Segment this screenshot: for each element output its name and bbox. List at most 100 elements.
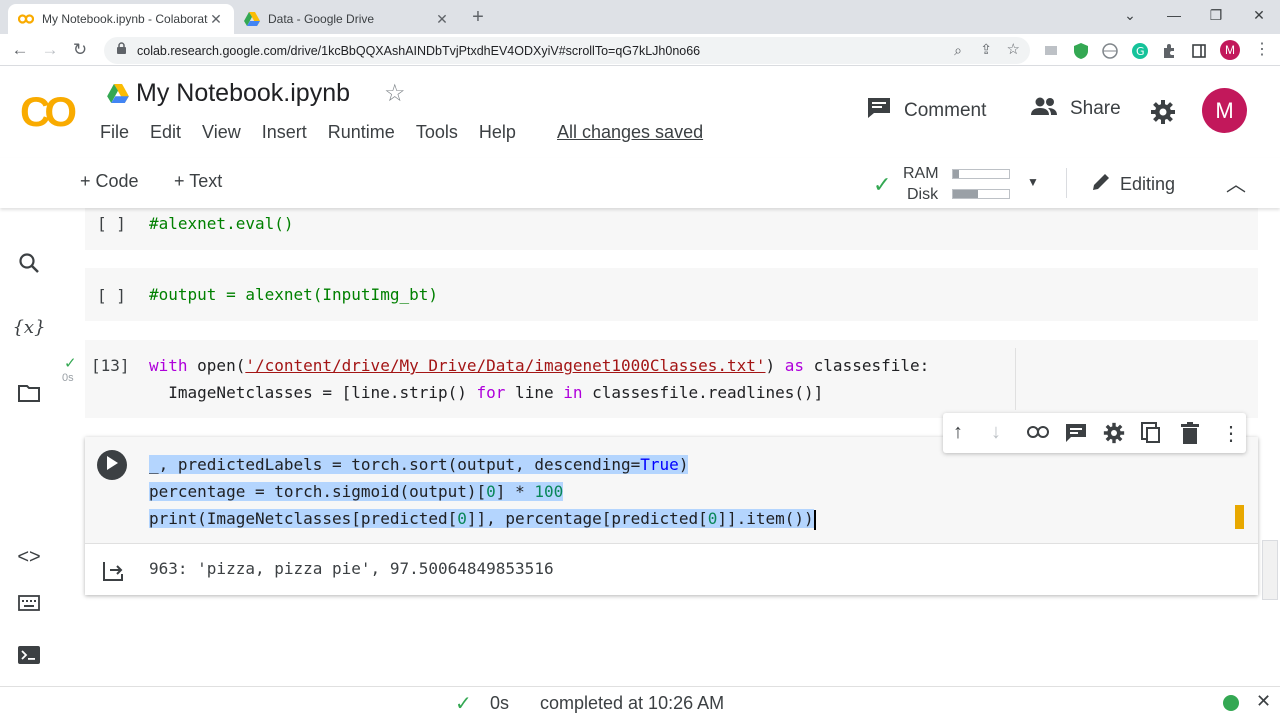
tab-colab[interactable]: My Notebook.ipynb - Colaborato ✕ [8, 4, 234, 34]
svg-text:G: G [1136, 45, 1145, 58]
close-icon[interactable]: ✕ [1256, 691, 1271, 712]
code-cell[interactable]: [ ] #output = alexnet(InputImg_bt) [85, 268, 1258, 321]
window-close-button[interactable]: ✕ [1245, 4, 1273, 26]
menu-bar: File Edit View Insert Runtime Tools Help [100, 122, 537, 143]
code-text: ] * [495, 482, 535, 501]
avatar[interactable]: M [1202, 88, 1247, 133]
arrow-up-icon[interactable]: ↑ [953, 421, 963, 444]
number-literal: 100 [534, 482, 564, 501]
minimize-button[interactable]: — [1160, 4, 1188, 26]
colab-header: CO My Notebook.ipynb ☆ File Edit View In… [0, 66, 1280, 158]
forward-icon[interactable]: → [38, 39, 62, 61]
url-bar[interactable]: colab.research.google.com/drive/1kcBbQQX… [104, 37, 1030, 64]
code-cell[interactable]: [ ] #alexnet.eval() [85, 208, 1258, 250]
variables-icon[interactable]: {x} [12, 312, 45, 342]
grammarly-icon[interactable]: G [1131, 42, 1149, 60]
browser-tab-bar: My Notebook.ipynb - Colaborato ✕ Data - … [0, 0, 1280, 34]
settings-gear-icon[interactable] [1103, 422, 1125, 449]
code-line[interactable]: ImageNetclasses = [line.strip() for line… [149, 379, 823, 406]
menu-file[interactable]: File [100, 122, 129, 143]
execution-count[interactable]: [13] [91, 356, 130, 375]
scrollbar-thumb[interactable] [1262, 540, 1278, 600]
menu-runtime[interactable]: Runtime [328, 122, 395, 143]
code-line[interactable]: #output = alexnet(InputImg_bt) [149, 281, 438, 308]
colab-logo[interactable]: CO [20, 88, 77, 136]
reload-icon[interactable]: ↻ [68, 39, 92, 61]
output-icon[interactable] [103, 561, 125, 586]
status-bar: ✓ 0s completed at 10:26 AM ✕ [0, 686, 1280, 720]
code-text: line [505, 383, 564, 402]
share-page-icon[interactable]: ⇪ [980, 41, 992, 58]
tab-drive[interactable]: Data - Google Drive ✕ [234, 4, 460, 34]
save-status-link[interactable]: All changes saved [557, 122, 703, 143]
puzzle-icon[interactable] [1160, 42, 1178, 60]
arrow-down-icon[interactable]: ↓ [991, 421, 1001, 444]
active-code-cell[interactable]: _, predictedLabels = torch.sort(output, … [85, 437, 1258, 595]
zoom-icon[interactable]: ⌕ [954, 42, 962, 59]
code-line[interactable]: print(ImageNetclasses[predicted[0]], per… [149, 505, 816, 532]
run-prompt[interactable]: [ ] [97, 214, 126, 233]
ruler-line [1015, 348, 1016, 410]
menu-edit[interactable]: Edit [150, 122, 181, 143]
notebook-toolbar: + Code + Text ✓ RAM Disk ▼ Editing ︿ [0, 158, 1280, 208]
close-icon[interactable]: ✕ [434, 11, 450, 28]
comment-label: Comment [904, 100, 987, 121]
pencil-icon [1090, 171, 1112, 198]
code-line[interactable]: _, predictedLabels = torch.sort(output, … [149, 451, 689, 478]
string-literal: '/content/drive/My Drive/Data/imagenet10… [245, 356, 766, 375]
folder-icon[interactable] [14, 378, 44, 408]
run-cell-button[interactable] [97, 450, 127, 480]
completion-time[interactable]: completed at 10:26 AM [540, 693, 724, 714]
close-icon[interactable]: ✕ [208, 11, 224, 28]
new-tab-button[interactable]: + [466, 6, 490, 30]
command-palette-icon[interactable] [14, 588, 44, 618]
menu-tools[interactable]: Tools [416, 122, 458, 143]
add-code-button[interactable]: + Code [80, 171, 139, 192]
link-icon[interactable] [1027, 425, 1049, 444]
shield-icon[interactable] [1072, 42, 1090, 60]
comment-button[interactable]: Comment [866, 96, 986, 126]
search-icon[interactable] [14, 248, 44, 278]
share-button[interactable]: Share [1030, 96, 1121, 122]
resource-indicator[interactable]: ✓ RAM Disk ▼ [873, 161, 1043, 205]
more-vert-icon[interactable]: ⋮ [1221, 421, 1241, 446]
globe-icon[interactable] [1101, 42, 1119, 60]
notebook-title[interactable]: My Notebook.ipynb [136, 79, 350, 108]
chevron-down-icon[interactable]: ▼ [1027, 175, 1039, 189]
kebab-menu-icon[interactable]: ⋮ [1250, 39, 1274, 61]
delete-icon[interactable] [1181, 422, 1199, 449]
code-line[interactable]: #alexnet.eval() [149, 210, 294, 237]
comment-icon [866, 96, 892, 126]
keyword: as [784, 356, 805, 375]
connection-status-icon[interactable] [1223, 695, 1239, 711]
code-text: ]], percentage[predicted[ [466, 509, 708, 528]
editing-mode-button[interactable]: Editing [1090, 171, 1175, 198]
add-text-button[interactable]: + Text [174, 171, 222, 192]
collapse-header-icon[interactable]: ︿ [1226, 168, 1246, 197]
profile-avatar[interactable]: M [1220, 40, 1240, 60]
keyword: for [476, 383, 506, 402]
menu-insert[interactable]: Insert [262, 122, 307, 143]
extension-icon[interactable] [1043, 42, 1061, 60]
terminal-icon[interactable] [14, 640, 44, 670]
code-snippets-icon[interactable]: <> [14, 542, 44, 572]
code-line[interactable]: with open('/content/drive/My Drive/Data/… [149, 352, 929, 379]
comment-icon[interactable] [1065, 423, 1087, 448]
mirror-cell-icon[interactable] [1141, 422, 1161, 449]
sidepanel-icon[interactable] [1190, 42, 1208, 60]
code-text: open( [187, 356, 246, 375]
modified-marker [1235, 505, 1244, 529]
code-line[interactable]: percentage = torch.sigmoid(output)[0] * … [149, 478, 564, 505]
run-prompt[interactable]: [ ] [97, 286, 126, 305]
drive-icon[interactable] [107, 84, 129, 108]
exec-duration[interactable]: 0s [490, 693, 509, 714]
restore-button[interactable]: ❐ [1202, 4, 1230, 26]
back-icon[interactable]: ← [8, 39, 32, 61]
star-icon[interactable]: ☆ [384, 79, 406, 108]
code-cell[interactable]: [13] with open('/content/drive/My Drive/… [85, 340, 1258, 418]
menu-help[interactable]: Help [479, 122, 516, 143]
chevron-down-icon[interactable]: ⌄ [1116, 4, 1144, 26]
menu-view[interactable]: View [202, 122, 241, 143]
settings-gear-icon[interactable] [1150, 99, 1176, 130]
bookmark-star-icon[interactable]: ☆ [1007, 40, 1020, 58]
